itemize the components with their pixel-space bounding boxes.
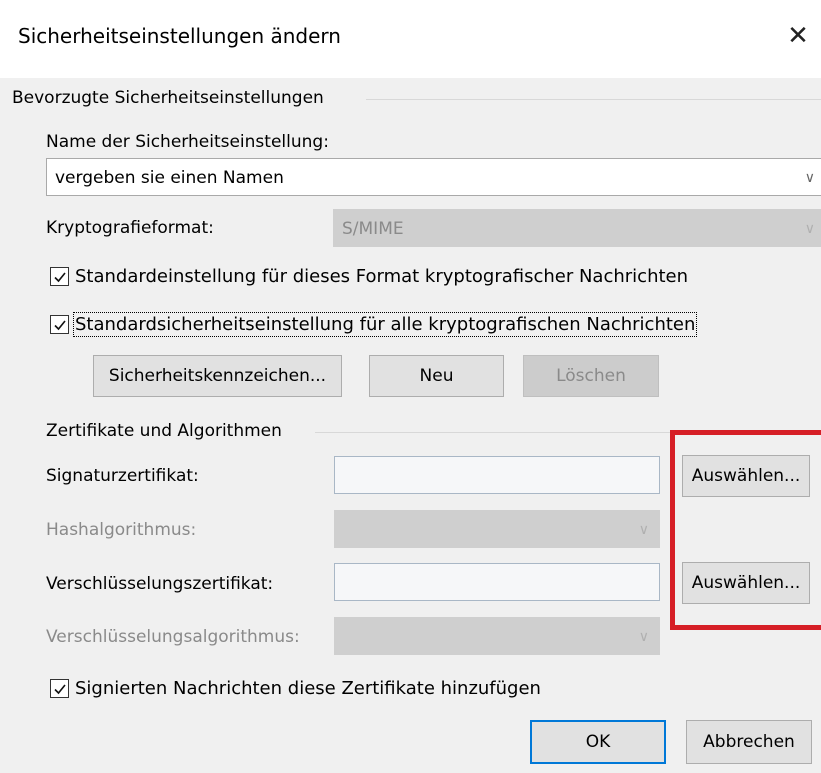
enc-alg-label: Verschlüsselungsalgorithmus: xyxy=(46,627,300,647)
certs-group-label: Zertifikate und Algorithmen xyxy=(46,421,282,441)
checkbox-default-all[interactable] xyxy=(50,315,69,334)
title-bar: Sicherheitseinstellungen ändern ✕ xyxy=(0,0,821,78)
group-divider xyxy=(366,99,821,100)
checkmark-icon xyxy=(53,271,66,282)
crypto-format-select[interactable]: S/MIME ∨ xyxy=(333,209,821,247)
checkbox-attach-certs[interactable] xyxy=(50,679,69,698)
enc-alg-select[interactable]: ∨ xyxy=(334,617,660,655)
setting-name-combobox[interactable]: vergeben sie einen Namen ∨ xyxy=(46,158,821,196)
default-all-label: Standardsicherheitseinstellung für alle … xyxy=(72,312,698,337)
checkmark-icon xyxy=(53,683,66,694)
highlight-annotation xyxy=(670,430,821,630)
chevron-down-icon[interactable]: ∨ xyxy=(805,159,815,197)
chevron-down-icon[interactable]: ∨ xyxy=(639,511,649,549)
attach-certs-label: Signierten Nachrichten diese Zertifikate… xyxy=(75,678,541,699)
close-icon[interactable]: ✕ xyxy=(782,18,814,54)
ok-button[interactable]: OK xyxy=(530,720,666,764)
chevron-down-icon[interactable]: ∨ xyxy=(805,210,815,248)
dialog-title: Sicherheitseinstellungen ändern xyxy=(18,24,341,48)
default-all-checkbox-row[interactable]: Standardsicherheitseinstellung für alle … xyxy=(50,312,698,337)
hash-alg-label: Hashalgorithmus: xyxy=(46,520,197,540)
sign-cert-label: Signaturzertifikat: xyxy=(46,466,199,486)
enc-cert-field[interactable] xyxy=(334,563,660,601)
default-format-checkbox-row[interactable]: Standardeinstellung für dieses Format kr… xyxy=(50,266,688,287)
setting-name-label: Name der Sicherheitseinstellung: xyxy=(46,132,329,152)
setting-name-value: vergeben sie einen Namen xyxy=(55,168,284,188)
checkbox-default-format[interactable] xyxy=(50,267,69,286)
chevron-down-icon[interactable]: ∨ xyxy=(639,618,649,656)
checkmark-icon xyxy=(53,319,66,330)
hash-alg-select[interactable]: ∨ xyxy=(334,510,660,548)
preferred-group-label: Bevorzugte Sicherheitseinstellungen xyxy=(12,88,324,108)
default-format-label: Standardeinstellung für dieses Format kr… xyxy=(75,266,689,287)
enc-cert-label: Verschlüsselungszertifikat: xyxy=(46,574,274,594)
attach-certs-checkbox-row[interactable]: Signierten Nachrichten diese Zertifikate… xyxy=(50,678,541,699)
crypto-format-label: Kryptografieformat: xyxy=(46,218,214,238)
new-button[interactable]: Neu xyxy=(369,355,504,397)
cancel-button[interactable]: Abbrechen xyxy=(686,720,812,764)
delete-button[interactable]: Löschen xyxy=(523,355,659,397)
sign-cert-field[interactable] xyxy=(334,456,660,494)
crypto-format-value: S/MIME xyxy=(342,219,404,239)
security-labels-button[interactable]: Sicherheitskennzeichen... xyxy=(93,355,342,397)
security-settings-dialog: Sicherheitseinstellungen ändern ✕ Bevorz… xyxy=(0,0,821,773)
